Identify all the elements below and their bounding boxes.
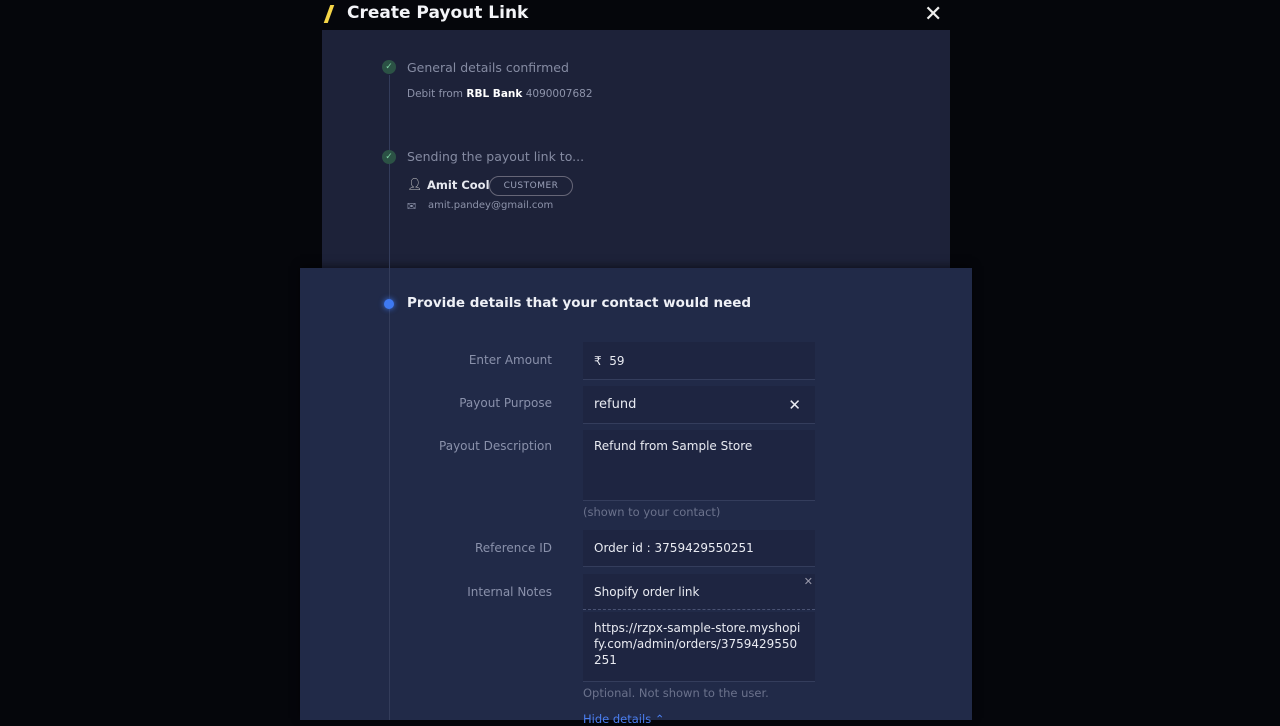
reference-label: Reference ID bbox=[474, 541, 552, 555]
contact-name: Amit Cool bbox=[427, 178, 490, 192]
clear-icon[interactable]: ✕ bbox=[788, 386, 801, 424]
contact-email: amit.pandey@gmail.com bbox=[428, 200, 554, 211]
modal-header: Create Payout Link ✕ bbox=[322, 0, 950, 30]
note-title: Shopify order link bbox=[594, 585, 700, 599]
person-icon: 👤︎ bbox=[407, 177, 423, 191]
step-3-title: Provide details that your contact would … bbox=[407, 295, 752, 311]
close-icon[interactable]: ✕ bbox=[924, 2, 942, 27]
mail-icon: ✉ bbox=[407, 200, 417, 213]
contact-type-badge: CUSTOMER bbox=[489, 176, 573, 196]
step-1-title: General details confirmed bbox=[407, 60, 569, 75]
debit-info: Debit from RBL Bank 4090007682 bbox=[407, 88, 593, 100]
note-title-input[interactable]: Shopify order link ✕ bbox=[583, 574, 815, 610]
remove-note-icon[interactable]: ✕ bbox=[804, 564, 813, 600]
reference-input[interactable]: Order id : 3759429550251 bbox=[583, 530, 815, 567]
purpose-select[interactable]: refund ✕ bbox=[583, 386, 815, 424]
amount-input[interactable]: ₹ 59 bbox=[583, 342, 815, 380]
hide-details-link[interactable]: Hide details ⌃ bbox=[583, 712, 664, 726]
amount-value: 59 bbox=[609, 354, 625, 368]
active-step-dot bbox=[384, 299, 394, 309]
amount-label: Enter Amount bbox=[468, 353, 552, 367]
currency-symbol: ₹ bbox=[594, 354, 602, 368]
notes-label: Internal Notes bbox=[467, 585, 552, 599]
modal-title: Create Payout Link bbox=[347, 3, 529, 23]
step-2-title: Sending the payout link to... bbox=[407, 149, 585, 164]
notes-hint: Optional. Not shown to the user. bbox=[583, 686, 769, 700]
check-icon: ✓ bbox=[382, 150, 396, 164]
note-body-textarea[interactable]: https://rzpx-sample-store.myshopify.com/… bbox=[583, 612, 815, 682]
logo-icon bbox=[323, 5, 335, 23]
description-textarea[interactable]: Refund from Sample Store bbox=[583, 430, 815, 501]
purpose-label: Payout Purpose bbox=[459, 396, 552, 410]
purpose-value: refund bbox=[594, 397, 637, 412]
check-icon: ✓ bbox=[382, 60, 396, 74]
description-hint: (shown to your contact) bbox=[583, 505, 721, 519]
description-label: Payout Description bbox=[439, 439, 552, 453]
